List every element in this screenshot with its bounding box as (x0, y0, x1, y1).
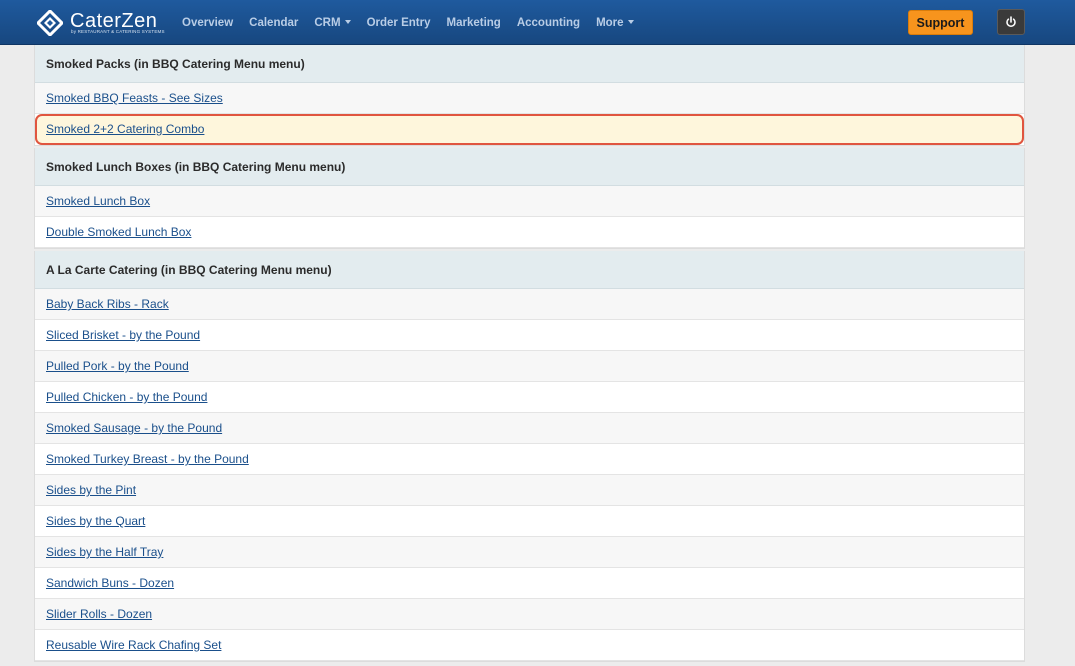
list-item-highlighted: Smoked 2+2 Catering Combo (35, 114, 1024, 145)
nav-item-order-entry[interactable]: Order Entry (367, 17, 431, 29)
section-header: Smoked Lunch Boxes (in BBQ Catering Menu… (35, 148, 1024, 186)
section-item-list: Smoked Lunch Box Double Smoked Lunch Box (35, 186, 1024, 248)
list-item: Sliced Brisket - by the Pound (35, 320, 1024, 351)
nav-item-label: Order Entry (366, 16, 431, 29)
list-item: Smoked Turkey Breast - by the Pound (35, 444, 1024, 475)
menu-section: A La Carte Catering (in BBQ Catering Men… (34, 251, 1025, 662)
list-item: Smoked BBQ Feasts - See Sizes (35, 83, 1024, 114)
menu-item-link[interactable]: Baby Back Ribs - Rack (46, 297, 169, 311)
nav-item-marketing[interactable]: Marketing (447, 17, 501, 29)
nav-item-more[interactable]: More (596, 16, 634, 29)
menu-item-link[interactable]: Sliced Brisket - by the Pound (46, 328, 200, 342)
top-navbar: CaterZen by RESTAURANT & CATERING SYSTEM… (0, 0, 1075, 45)
list-item: Reusable Wire Rack Chafing Set (35, 630, 1024, 661)
list-item: Sides by the Half Tray (35, 537, 1024, 568)
nav-item-accounting[interactable]: Accounting (517, 17, 580, 29)
nav-item-label: Accounting (516, 16, 581, 29)
menu-item-link[interactable]: Smoked Lunch Box (46, 194, 150, 208)
section-item-list: Baby Back Ribs - Rack Sliced Brisket - by… (35, 289, 1024, 661)
list-item: Slider Rolls - Dozen (35, 599, 1024, 630)
nav-item-label: CRM (314, 16, 341, 29)
brand-tagline: by RESTAURANT & CATERING SYSTEMS (71, 29, 165, 34)
section-header: Smoked Packs (in BBQ Catering Menu menu) (35, 45, 1024, 83)
list-item: Pulled Pork - by the Pound (35, 351, 1024, 382)
nav-item-label: Overview (182, 16, 234, 29)
caret-down-icon (627, 20, 634, 25)
power-button[interactable] (997, 9, 1025, 35)
list-item: Double Smoked Lunch Box (35, 217, 1024, 248)
nav-item-overview[interactable]: Overview (182, 17, 233, 29)
menu-item-link[interactable]: Smoked Turkey Breast - by the Pound (46, 452, 249, 466)
section-header: A La Carte Catering (in BBQ Catering Men… (35, 251, 1024, 289)
support-button[interactable]: Support (908, 10, 973, 35)
list-item: Baby Back Ribs - Rack (35, 289, 1024, 320)
menu-item-link[interactable]: Smoked Sausage - by the Pound (46, 421, 222, 435)
nav-item-crm[interactable]: CRM (314, 16, 351, 29)
menu-section: Smoked Lunch Boxes (in BBQ Catering Menu… (34, 148, 1025, 249)
caterzen-logo-icon (37, 10, 63, 36)
menu-item-list: Smoked Packs (in BBQ Catering Menu menu)… (34, 45, 1025, 664)
menu-section: Smoked Packs (in BBQ Catering Menu menu)… (34, 45, 1025, 146)
caret-down-icon (344, 20, 351, 25)
menu-item-link[interactable]: Sides by the Pint (46, 483, 136, 497)
section-item-list: Smoked BBQ Feasts - See Sizes Smoked 2+2 … (35, 83, 1024, 145)
menu-item-link[interactable]: Sides by the Half Tray (46, 545, 163, 559)
menu-item-link[interactable]: Reusable Wire Rack Chafing Set (46, 638, 221, 652)
menu-item-link[interactable]: Slider Rolls - Dozen (46, 607, 152, 621)
power-icon (1006, 16, 1016, 28)
list-item: Sandwich Buns - Dozen (35, 568, 1024, 599)
menu-item-link[interactable]: Double Smoked Lunch Box (46, 225, 191, 239)
nav-item-label: Calendar (249, 16, 299, 29)
nav-item-calendar[interactable]: Calendar (249, 17, 298, 29)
nav-item-label: Marketing (446, 16, 501, 29)
list-item: Smoked Lunch Box (35, 186, 1024, 217)
list-item: Sides by the Quart (35, 506, 1024, 537)
list-item: Smoked Sausage - by the Pound (35, 413, 1024, 444)
caterzen-logo[interactable]: CaterZen by RESTAURANT & CATERING SYSTEM… (37, 9, 165, 37)
menu-item-link[interactable]: Smoked 2+2 Catering Combo (46, 122, 204, 136)
list-item: Pulled Chicken - by the Pound (35, 382, 1024, 413)
menu-item-link[interactable]: Pulled Chicken - by the Pound (46, 390, 207, 404)
list-item: Sides by the Pint (35, 475, 1024, 506)
menu-item-link[interactable]: Smoked BBQ Feasts - See Sizes (46, 91, 223, 105)
menu-item-link[interactable]: Sandwich Buns - Dozen (46, 576, 174, 590)
nav-item-label: More (596, 16, 624, 29)
main-nav: Overview Calendar CRM Order Entry Marketing A… (174, 0, 642, 45)
menu-item-link[interactable]: Pulled Pork - by the Pound (46, 359, 189, 373)
menu-item-link[interactable]: Sides by the Quart (46, 514, 145, 528)
